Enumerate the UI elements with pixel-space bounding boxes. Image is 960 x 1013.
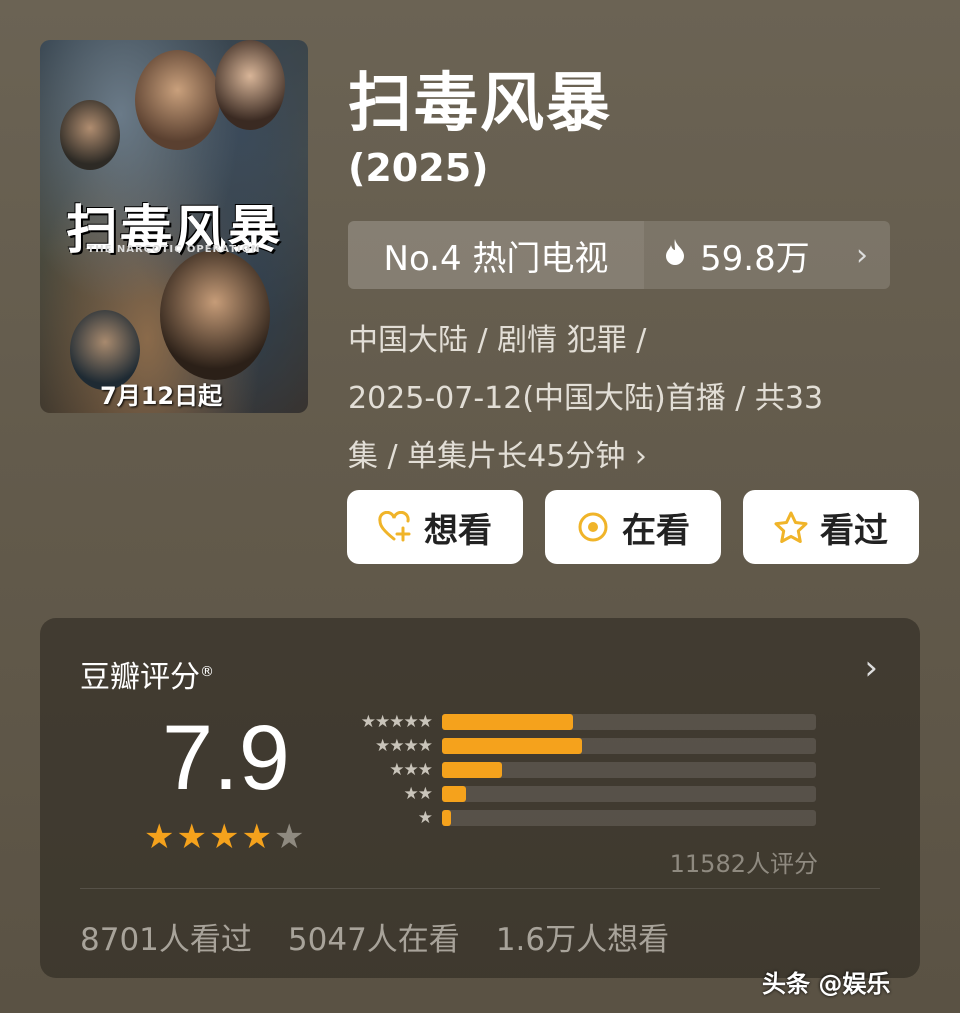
divider [80, 888, 880, 889]
show-year: (2025) [348, 146, 489, 190]
star-icon: ★ [241, 817, 272, 857]
stat-want[interactable]: 1.6万人想看 [496, 914, 669, 959]
poster-figure [60, 100, 120, 170]
rank-label[interactable]: No.4 热门电视 [348, 221, 644, 289]
poster-date: 7月12日起 [100, 382, 223, 410]
want-to-watch-button[interactable]: 想看 [347, 490, 523, 564]
star-outline-icon [774, 510, 808, 544]
watched-button[interactable]: 看过 [743, 490, 919, 564]
star-icon: ★ [273, 817, 305, 857]
stat-watching[interactable]: 5047人在看 [288, 914, 460, 959]
distribution-stars: ★★★★★ [360, 712, 433, 732]
poster-figure [215, 40, 285, 130]
heat-section[interactable]: 59.8万 › [644, 231, 890, 280]
distribution-row: ★★★★★ [336, 710, 816, 734]
rank-bar[interactable]: No.4 热门电视 59.8万 › [348, 221, 890, 289]
rating-stars: ★ ★ ★ ★ ★ [144, 820, 304, 854]
circle-dot-icon [576, 510, 610, 544]
distribution-stars: ★ [417, 808, 433, 828]
distribution-row: ★★★ [336, 758, 816, 782]
chevron-right-icon: › [856, 237, 868, 273]
rating-count: 11582人评分 [669, 850, 818, 878]
distribution-stars: ★★★★ [375, 736, 433, 756]
distribution-track [442, 810, 816, 826]
rating-card[interactable]: 豆瓣评分® › 7.9 ★ ★ ★ ★ ★ ★★★★★ ★★★★ ★★★ ★★ ★ 11582人… [40, 618, 920, 978]
distribution-bar [442, 762, 502, 778]
poster-image[interactable]: 扫毒风暴 THE NARCOTIC OPERATION 7月12日起 [40, 40, 308, 413]
button-label: 想看 [424, 510, 492, 551]
distribution-bar [442, 738, 583, 754]
distribution-bar [442, 810, 452, 826]
heart-plus-icon [378, 510, 412, 544]
heat-value: 59.8万 [700, 238, 810, 279]
meta-line[interactable]: 集 / 单集片长45分钟 › [348, 428, 888, 486]
distribution-row: ★★★★ [336, 734, 816, 758]
distribution-bar [442, 786, 467, 802]
rating-score: 7.9 [162, 707, 290, 809]
distribution-stars: ★★ [403, 784, 433, 804]
distribution-track [442, 762, 816, 778]
show-title: 扫毒风暴 [348, 67, 612, 141]
distribution-track [442, 738, 816, 754]
distribution-row: ★★ [336, 782, 816, 806]
watching-button[interactable]: 在看 [545, 490, 721, 564]
poster-figure [160, 250, 270, 380]
button-label: 看过 [820, 510, 888, 551]
distribution-stars: ★★★ [389, 760, 433, 780]
star-icon: ★ [208, 817, 240, 857]
distribution-row: ★ [336, 806, 816, 830]
poster-subtitle: THE NARCOTIC OPERATION [87, 244, 261, 255]
show-meta[interactable]: 中国大陆 / 剧情 犯罪 / 2025-07-12(中国大陆)首播 / 共33 … [348, 312, 888, 486]
chevron-right-icon[interactable]: › [864, 648, 878, 688]
meta-line: 中国大陆 / 剧情 犯罪 / [348, 323, 647, 358]
stat-watched[interactable]: 8701人看过 [80, 914, 252, 959]
distribution-track [442, 714, 816, 730]
stats-row: 8701人看过 5047人在看 1.6万人想看 [80, 914, 669, 959]
watermark: 头条 @娱乐 [762, 970, 891, 998]
distribution-bar [442, 714, 573, 730]
distribution-track [442, 786, 816, 802]
button-label: 在看 [622, 510, 690, 551]
poster-figure [135, 50, 220, 150]
flame-icon [664, 235, 686, 275]
rating-title: 豆瓣评分® [80, 660, 214, 695]
meta-line: 2025-07-12(中国大陆)首播 / 共33 [348, 381, 824, 416]
star-icon: ★ [176, 817, 207, 857]
star-icon: ★ [144, 817, 175, 857]
